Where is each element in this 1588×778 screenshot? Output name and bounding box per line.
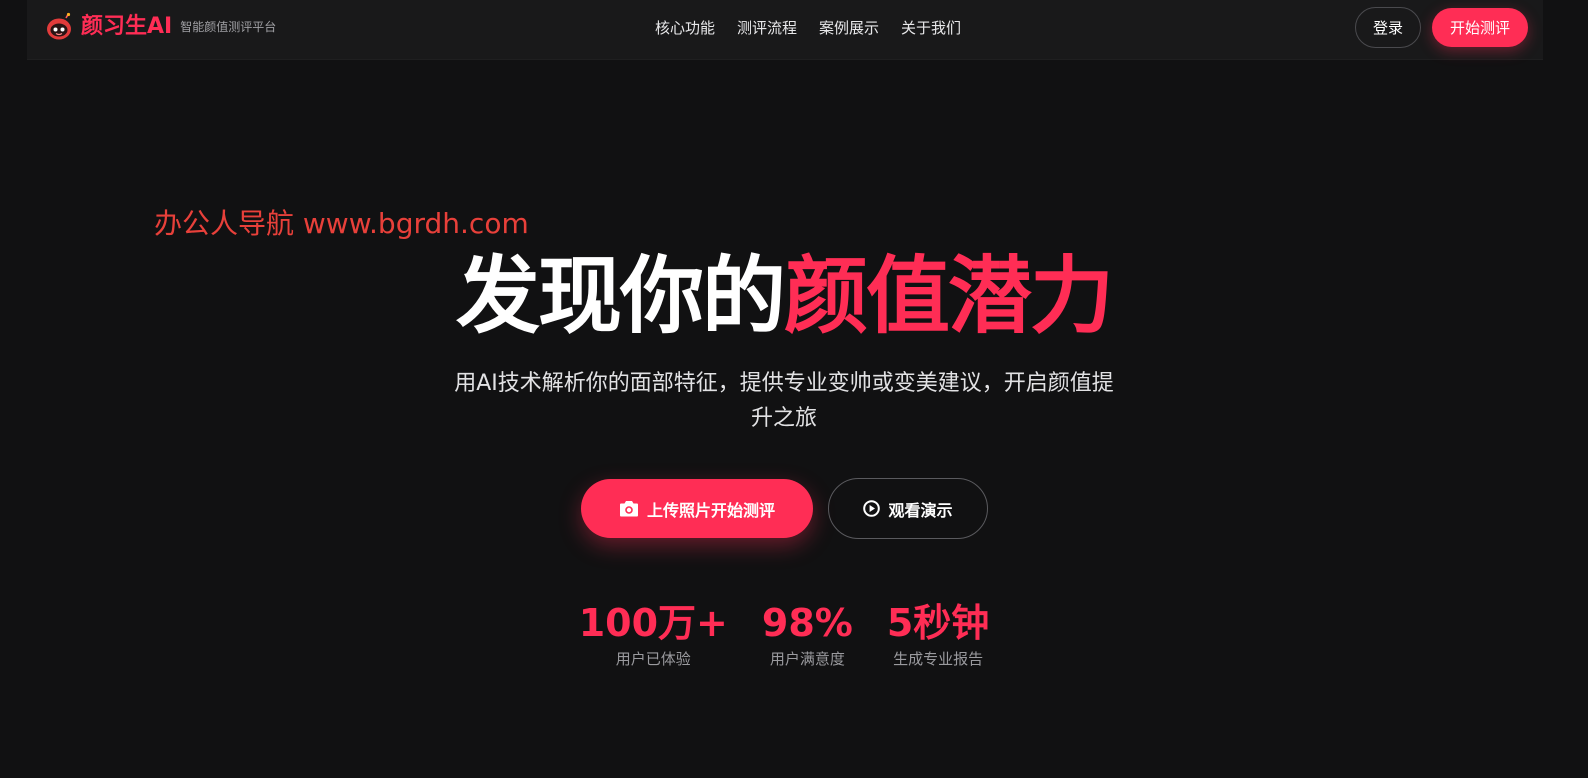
robot-icon <box>47 12 71 40</box>
watermark-text: 办公人导航 www.bgrdh.com <box>154 207 529 240</box>
stat-report-time: 5秒钟 生成专业报告 <box>887 600 989 670</box>
stat-label: 用户已体验 <box>615 650 691 668</box>
nav-link-process[interactable]: 测评流程 <box>737 17 797 39</box>
nav-link-about[interactable]: 关于我们 <box>901 17 961 39</box>
play-circle-icon <box>863 500 881 517</box>
stat-value: 100万+ <box>578 601 728 645</box>
stat-label: 生成专业报告 <box>893 650 984 668</box>
camera-icon <box>619 500 638 516</box>
nav-link-core-features[interactable]: 核心功能 <box>655 17 715 39</box>
brand-name: 颜习生AI <box>81 14 173 39</box>
watch-demo-label: 观看演示 <box>888 500 953 520</box>
main-nav: 核心功能 测评流程 案例展示 关于我们 <box>655 17 961 39</box>
stat-label: 用户满意度 <box>769 650 845 668</box>
nav-link-cases[interactable]: 案例展示 <box>819 17 879 39</box>
stat-users: 100万+ 用户已体验 <box>579 600 728 670</box>
stat-value: 5秒钟 <box>886 601 990 645</box>
hero-title-accent: 颜值潜力 <box>784 247 1114 345</box>
brand-tagline: 智能颜值测评平台 <box>180 20 277 34</box>
stat-satisfaction: 98% 用户满意度 <box>762 600 853 670</box>
login-button[interactable]: 登录 <box>1355 7 1421 48</box>
stat-value: 98% <box>761 601 853 645</box>
start-evaluation-button[interactable]: 开始测评 <box>1432 8 1528 47</box>
stats-row: 100万+ 用户已体验 98% 用户满意度 5秒钟 生成专业报告 <box>0 600 1568 670</box>
hero-title: 发现你的颜值潜力 <box>0 248 1568 344</box>
brand[interactable]: 颜习生AI 智能颜值测评平台 <box>44 12 276 42</box>
watch-demo-button[interactable]: 观看演示 <box>828 478 988 539</box>
upload-photo-label: 上传照片开始测评 <box>646 500 775 520</box>
upload-photo-button[interactable]: 上传照片开始测评 <box>581 479 813 538</box>
hero-subtitle: 用AI技术解析你的面部特征，提供专业变帅或变美建议，开启颜值提升之旅 <box>454 371 1114 431</box>
hero-title-plain: 发现你的 <box>455 247 786 345</box>
top-navbar: 颜习生AI 智能颜值测评平台 核心功能 测评流程 案例展示 关于我们 登录 开始… <box>27 0 1543 60</box>
